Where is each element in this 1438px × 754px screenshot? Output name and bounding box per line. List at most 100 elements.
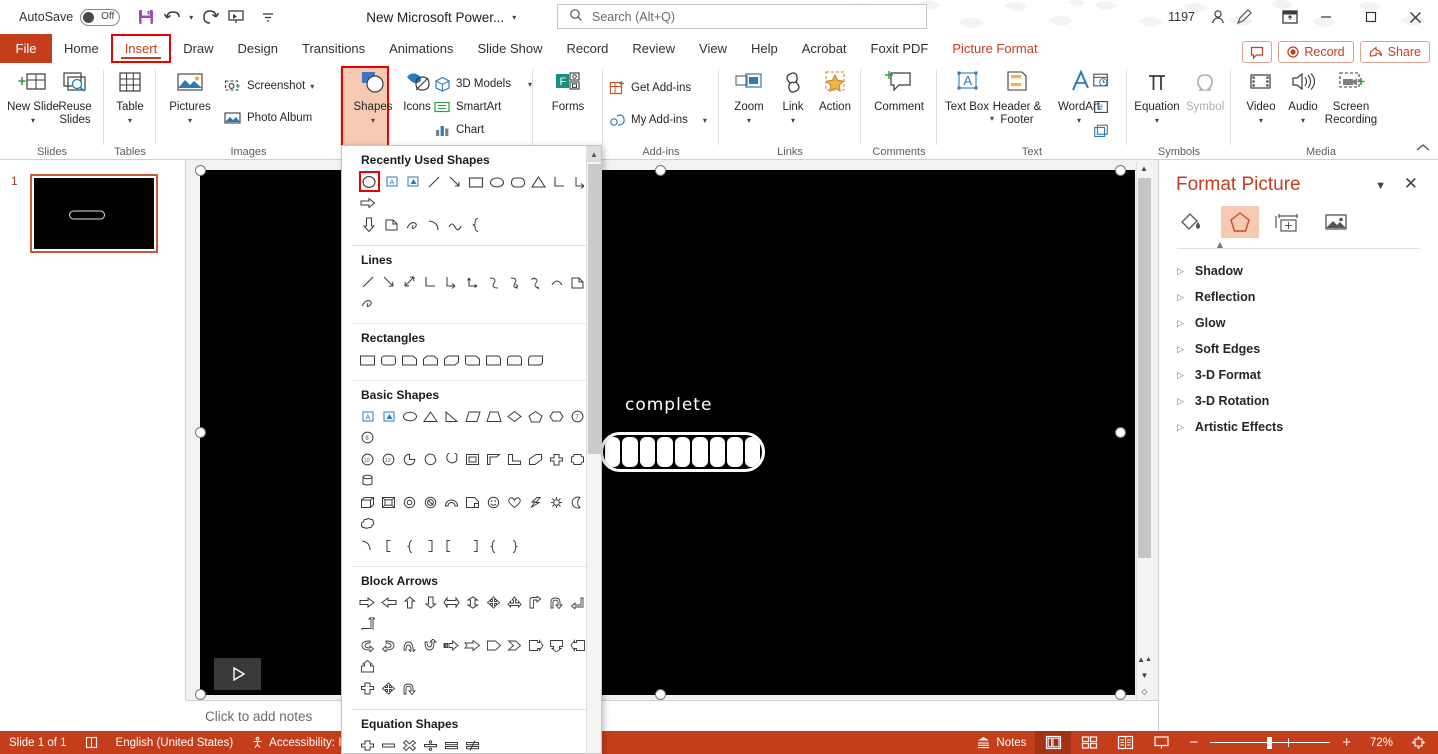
shape-isosceles-triangle[interactable] [528, 171, 549, 192]
selection-handle-middle-right[interactable] [1115, 427, 1126, 438]
record-button[interactable]: Record [1278, 41, 1354, 63]
shape-bevel[interactable] [378, 492, 399, 513]
shapes-dropdown-icon[interactable]: ▾ [371, 114, 375, 127]
selection-handle-middle-left[interactable] [195, 427, 206, 438]
shape-left-up-arrow[interactable] [567, 592, 588, 613]
shape-snip-diagonal-corner[interactable] [441, 349, 462, 370]
shape-arc[interactable] [546, 271, 567, 292]
shape-isosceles-triangle[interactable] [420, 406, 441, 427]
shape-rectangle[interactable] [357, 349, 378, 370]
shape-left-arrow-callout[interactable] [567, 635, 588, 656]
shape-line-double-arrow[interactable] [399, 271, 420, 292]
selection-handle-bottom-right[interactable] [1115, 689, 1126, 700]
shape-left-arrow[interactable] [378, 592, 399, 613]
shape-rounded-rectangle[interactable] [507, 171, 528, 192]
shape-folded-corner[interactable] [381, 214, 402, 235]
shape-elbow-connector[interactable] [549, 171, 570, 192]
shape-right-arrow-callout[interactable] [525, 635, 546, 656]
pictures-button[interactable]: Pictures ▾ [160, 67, 220, 137]
fit-to-window-icon[interactable] [1402, 731, 1438, 754]
selection-handle-bottom-center[interactable] [655, 689, 666, 700]
shape-cross-arrow[interactable] [357, 678, 378, 699]
minimize-button[interactable] [1303, 0, 1348, 34]
shape-left-bracket[interactable] [378, 535, 399, 556]
gallery-scrollbar-thumb[interactable] [588, 164, 601, 454]
reading-view-icon[interactable] [1107, 731, 1143, 754]
shape-snip-and-round-corner[interactable] [462, 349, 483, 370]
tab-record[interactable]: Record [554, 34, 620, 63]
next-slide-icon[interactable]: ▼ [1137, 668, 1152, 682]
section-artistic-effects[interactable]: ▷ Artistic Effects [1177, 414, 1428, 440]
shape-oval-2[interactable] [486, 171, 507, 192]
pane-options-dropdown-icon[interactable]: ▼ [1375, 180, 1386, 192]
title-dropdown-icon[interactable]: ▾ [512, 13, 516, 22]
shape-wordart[interactable] [402, 171, 423, 192]
shape-chord[interactable] [420, 449, 441, 470]
shape-text-box[interactable]: A [381, 171, 402, 192]
tab-file[interactable]: File [0, 34, 52, 63]
shape-moon[interactable] [567, 492, 588, 513]
shape-arc[interactable] [423, 214, 444, 235]
shape-chevron-arrow[interactable] [504, 635, 525, 656]
section-3d-rotation[interactable]: ▷ 3-D Rotation [1177, 388, 1428, 414]
zoom-out-button[interactable]: − [1185, 734, 1202, 751]
shape-block-arc[interactable] [441, 492, 462, 513]
shape-smiley-face[interactable] [483, 492, 504, 513]
slide-vertical-scrollbar[interactable]: ▲ ▲ ▲ ▼ ◇ [1136, 160, 1152, 700]
shape-decagon[interactable]: 10 [357, 449, 378, 470]
shape-oval-highlighted[interactable] [357, 171, 381, 192]
share-button[interactable]: Share [1359, 41, 1430, 63]
my-addins-dropdown-icon[interactable]: ▾ [703, 116, 707, 125]
shape-left-right-up-arrow[interactable] [504, 592, 525, 613]
shape-bent-up-arrow[interactable] [357, 613, 378, 634]
shape-not-equal[interactable] [462, 735, 483, 753]
close-button[interactable] [1393, 0, 1438, 34]
tab-size-and-properties[interactable] [1269, 206, 1307, 238]
new-slide-dropdown-icon[interactable]: ▾ [31, 114, 35, 127]
tab-transitions[interactable]: Transitions [290, 34, 377, 63]
shape-line[interactable] [423, 171, 444, 192]
shape-snip-single-corner[interactable] [399, 349, 420, 370]
get-addins-button[interactable]: Get Add-ins [608, 77, 691, 99]
customize-qat-icon[interactable] [255, 4, 281, 30]
shape-no-symbol[interactable] [420, 492, 441, 513]
normal-view-icon[interactable] [1035, 731, 1072, 754]
shape-double-bracket-right[interactable] [462, 535, 483, 556]
shape-curved-right-arrow[interactable] [357, 635, 378, 656]
video-dropdown-icon[interactable]: ▾ [1259, 114, 1263, 127]
comment-button[interactable]: Comment [869, 67, 929, 137]
language-indicator[interactable]: English (United States) [107, 731, 243, 754]
date-time-button[interactable] [1092, 69, 1118, 91]
previous-slide-icon[interactable]: ▲ ▲ [1137, 652, 1152, 666]
slide-count[interactable]: Slide 1 of 1 [0, 731, 76, 754]
shape-heart[interactable] [504, 492, 525, 513]
shape-heptagon[interactable]: 7 [567, 406, 588, 427]
shape-oval[interactable] [358, 171, 380, 192]
shape-arc-2[interactable] [357, 535, 378, 556]
shape-can[interactable] [357, 470, 378, 491]
shape-pentagon-arrow[interactable] [483, 635, 504, 656]
shape-pie[interactable] [399, 449, 420, 470]
shape-plaque[interactable] [567, 449, 588, 470]
shape-cross[interactable] [546, 449, 567, 470]
shape-striped-right-arrow[interactable] [441, 635, 462, 656]
screenshot-button[interactable]: Screenshot ▾ [224, 75, 314, 97]
chart-button[interactable]: Chart [433, 119, 484, 141]
save-icon[interactable] [133, 4, 159, 30]
section-reflection[interactable]: ▷ Reflection [1177, 284, 1428, 310]
audio-dropdown-icon[interactable]: ▾ [1301, 114, 1305, 127]
selection-handle-top-left[interactable] [195, 165, 206, 176]
wordart-dropdown-icon[interactable]: ▾ [1077, 114, 1081, 127]
photo-album-button[interactable]: Photo Album ▾ [224, 107, 347, 129]
zoom-slider-knob[interactable] [1266, 736, 1272, 749]
shape-right-arrow[interactable] [357, 592, 378, 613]
table-button[interactable]: Table ▾ [100, 67, 160, 137]
shape-scribble[interactable] [402, 214, 423, 235]
shape-line[interactable] [357, 271, 378, 292]
shape-double-bracket[interactable] [441, 535, 462, 556]
shape-elbow-arrow[interactable] [441, 271, 462, 292]
pen-icon[interactable] [1231, 4, 1257, 30]
shape-dodecagon[interactable]: 12 [378, 449, 399, 470]
collapse-ribbon-icon[interactable] [1416, 141, 1430, 155]
tab-effects[interactable] [1221, 206, 1259, 238]
